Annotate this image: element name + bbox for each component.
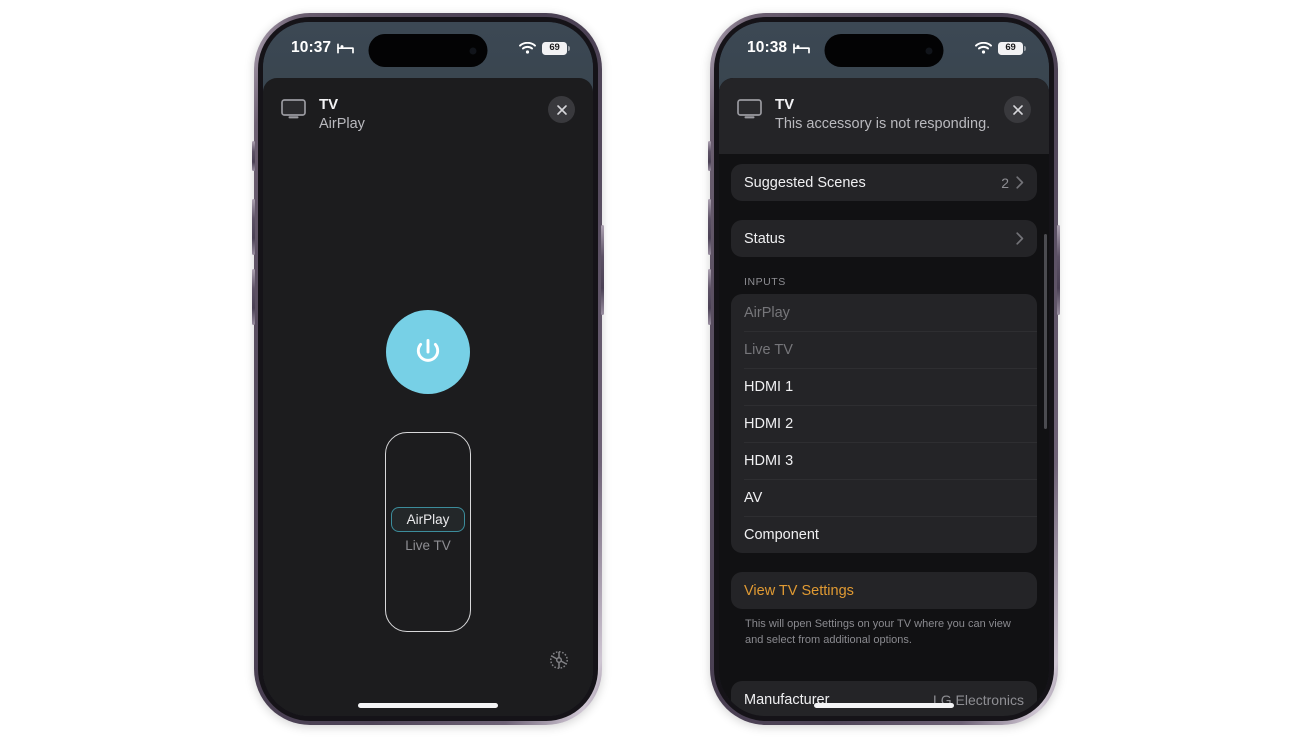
input-label: AirPlay <box>744 304 790 321</box>
picker-option-airplay[interactable]: AirPlay <box>391 507 465 532</box>
row-input-component[interactable]: Component <box>731 516 1037 553</box>
accessory-subtitle: AirPlay <box>319 116 365 133</box>
row-view-tv-settings[interactable]: View TV Settings <box>731 572 1037 609</box>
bed-icon <box>337 43 355 53</box>
status-bar-left: 10:37 <box>291 39 355 57</box>
accessory-detail-sheet: TV This accessory is not responding. Sug… <box>719 78 1049 716</box>
clock: 10:37 <box>291 39 332 56</box>
wifi-icon <box>975 42 992 54</box>
dynamic-island <box>368 34 488 67</box>
status-bar-left: 10:38 <box>747 39 811 57</box>
left-phone-screen: 10:37 69 TV AirPlay AirPlay Live TV <box>263 22 593 716</box>
front-camera <box>469 47 477 54</box>
remote-control-body: AirPlay Live TV <box>263 154 593 716</box>
scrollbar[interactable] <box>1044 234 1047 429</box>
input-label: HDMI 2 <box>744 415 794 432</box>
accessory-status-message: This accessory is not responding. <box>775 116 991 133</box>
close-icon <box>1012 104 1023 115</box>
side-power-button[interactable] <box>1057 225 1060 315</box>
row-input-hdmi-3[interactable]: HDMI 3 <box>731 442 1037 479</box>
accessory-name: TV <box>319 96 339 113</box>
accessory-name: TV <box>775 96 795 113</box>
status-bar-right: 69 <box>519 41 570 55</box>
silent-switch[interactable] <box>252 141 255 171</box>
inputs-section-header: INPUTS <box>744 276 786 288</box>
row-input-hdmi-1[interactable]: HDMI 1 <box>731 368 1037 405</box>
inputs-card: AirPlay Live TV HDMI 1 HDMI 2 HDMI 3 AV … <box>731 294 1037 553</box>
suggested-scenes-count: 2 <box>1001 174 1009 191</box>
status-card: Status <box>731 220 1037 257</box>
chevron-right-icon <box>1016 176 1024 189</box>
side-power-button[interactable] <box>601 225 604 315</box>
suggested-scenes-label: Suggested Scenes <box>744 174 866 191</box>
battery-indicator: 69 <box>542 41 570 55</box>
power-toggle-button[interactable] <box>386 310 470 394</box>
home-indicator[interactable] <box>814 703 954 708</box>
input-label: AV <box>744 489 763 506</box>
row-manufacturer: Manufacturer LG Electronics <box>731 681 1037 716</box>
gear-icon <box>550 651 568 669</box>
close-icon <box>556 104 567 115</box>
picker-option-live-tv[interactable]: Live TV <box>391 534 465 557</box>
accessory-header: TV AirPlay <box>263 78 593 134</box>
accessory-titles: TV AirPlay <box>319 96 535 134</box>
clock: 10:38 <box>747 39 788 56</box>
wifi-icon <box>519 42 536 54</box>
settings-button[interactable] <box>547 648 571 672</box>
input-label: HDMI 3 <box>744 452 794 469</box>
left-phone-mockup: 10:37 69 TV AirPlay AirPlay Live TV <box>252 13 604 725</box>
row-input-hdmi-2[interactable]: HDMI 2 <box>731 405 1037 442</box>
row-suggested-scenes[interactable]: Suggested Scenes 2 <box>731 164 1037 201</box>
accessory-info-card: Manufacturer LG Electronics Serial Numbe… <box>731 681 1037 716</box>
view-tv-settings-label: View TV Settings <box>744 582 854 599</box>
dynamic-island <box>824 34 944 67</box>
row-input-live-tv[interactable]: Live TV <box>731 331 1037 368</box>
tv-settings-footnote: This will open Settings on your TV where… <box>745 618 1011 646</box>
suggested-scenes-card: Suggested Scenes 2 <box>731 164 1037 201</box>
home-indicator[interactable] <box>358 703 498 708</box>
input-label: Live TV <box>744 341 793 358</box>
volume-up-button[interactable] <box>252 199 255 255</box>
close-button[interactable] <box>1004 96 1031 123</box>
accessory-sheet: TV AirPlay AirPlay Live TV <box>263 78 593 716</box>
accessory-header: TV This accessory is not responding. <box>719 78 1049 155</box>
row-status[interactable]: Status <box>731 220 1037 257</box>
battery-indicator: 69 <box>998 41 1026 55</box>
silent-switch[interactable] <box>708 141 711 171</box>
close-button[interactable] <box>548 96 575 123</box>
tv-settings-card: View TV Settings <box>731 572 1037 609</box>
power-icon <box>416 339 440 362</box>
volume-up-button[interactable] <box>708 199 711 255</box>
chevron-right-icon <box>1016 232 1024 245</box>
bed-icon <box>793 43 811 53</box>
status-bar-right: 69 <box>975 41 1026 55</box>
screenshot-canvas: 10:37 69 TV AirPlay AirPlay Live TV 10:3… <box>0 0 1312 738</box>
input-label: HDMI 1 <box>744 378 794 395</box>
row-input-airplay[interactable]: AirPlay <box>731 294 1037 331</box>
right-phone-mockup: 10:38 69 TV This accessory is not respon… <box>708 13 1060 725</box>
input-picker[interactable]: AirPlay Live TV <box>385 432 471 632</box>
right-phone-screen: 10:38 69 TV This accessory is not respon… <box>719 22 1049 716</box>
status-label: Status <box>744 230 786 247</box>
row-input-av[interactable]: AV <box>731 479 1037 516</box>
battery-level: 69 <box>1005 42 1016 54</box>
tv-icon <box>737 99 762 119</box>
accessory-titles: TV This accessory is not responding. <box>775 96 991 134</box>
front-camera <box>925 47 933 54</box>
input-label: Component <box>744 526 819 543</box>
volume-down-button[interactable] <box>708 269 711 325</box>
tv-icon <box>281 99 306 119</box>
volume-down-button[interactable] <box>252 269 255 325</box>
detail-scroll-area[interactable]: Suggested Scenes 2 Status INPUTS AirPlay… <box>719 164 1049 716</box>
battery-level: 69 <box>549 42 560 54</box>
